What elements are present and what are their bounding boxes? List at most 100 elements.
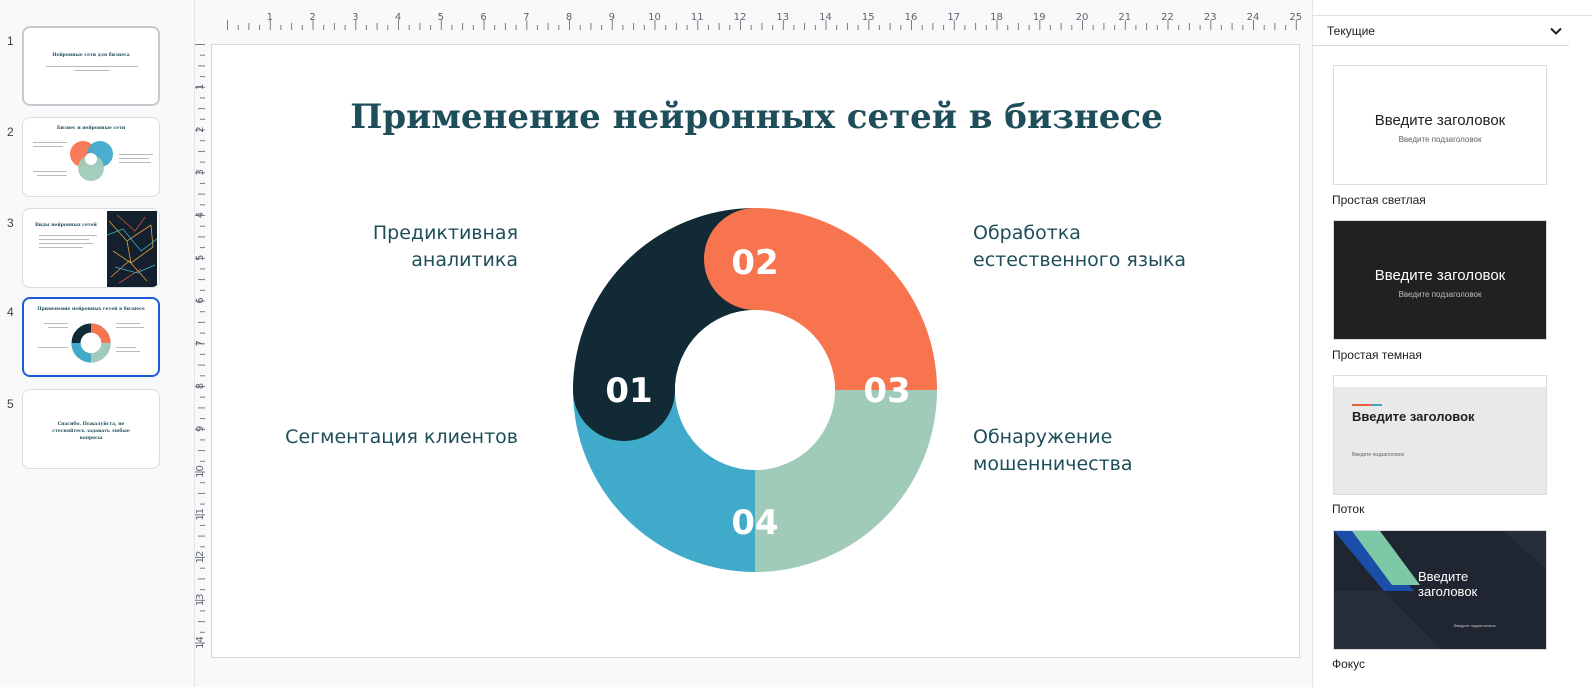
ruler-tick: [200, 118, 205, 120]
ruler-tick: [387, 25, 389, 30]
ruler-label: 15: [862, 12, 875, 23]
slide-number: 5: [7, 397, 14, 411]
slide-thumbnail-selected[interactable]: Применение нейронных сетей в бизнесе: [22, 297, 160, 377]
ruler-tick: [198, 492, 205, 494]
vertical-ruler[interactable]: 1234567891011121314: [195, 40, 211, 665]
ruler-tick: [200, 97, 205, 99]
theme-preview-subtitle: Введите подзаголовок: [1352, 452, 1404, 458]
ruler-tick: [198, 108, 205, 110]
horizontal-ruler[interactable]: 1 2 3 4 5 6 7 8 9 10 11 12 13 14 15 16 17 18 19 20 21 22 23 24 2…: [211, 10, 1313, 30]
themes-panel: Текущие Введите заголовок Введите подзаг…: [1312, 0, 1592, 687]
chevron-down-icon: [1550, 27, 1562, 35]
ruler-tick: [376, 23, 378, 30]
slide-thumbnail[interactable]: Спасибо. Пожалуйста, не стесняйтесь зада…: [22, 389, 160, 469]
ruler-label: 21: [1118, 12, 1131, 23]
segment-01-number: 01: [605, 371, 652, 411]
ruler-tick: [1263, 25, 1265, 30]
slide-number: 1: [7, 34, 14, 48]
ruler-tick: [601, 25, 603, 30]
ruler-tick: [198, 193, 205, 195]
ruler-tick: [772, 25, 774, 30]
ruler-label: 24: [1247, 12, 1260, 23]
theme-card-simple-dark[interactable]: Введите заголовок Введите подзаголовок: [1333, 220, 1547, 340]
theme-name-simple-light[interactable]: Простая светлая: [1332, 193, 1426, 207]
ruler-label: 13: [776, 12, 789, 23]
ruler-tick: [280, 25, 282, 30]
theme-card-focus[interactable]: Введите заголовок Введите подзаголовок: [1333, 530, 1547, 650]
theme-card-stream[interactable]: Введите заголовок Введите подзаголовок: [1333, 375, 1547, 495]
ruler-tick: [200, 289, 205, 291]
ruler-tick: [878, 25, 880, 30]
themes-dropdown-label: Текущие: [1327, 24, 1375, 38]
ruler-label: 3: [352, 12, 358, 23]
slide-thumbnail[interactable]: Нейронные сети для бизнеса: [22, 26, 160, 106]
slide-title[interactable]: Применение нейронных сетей в бизнесе: [212, 97, 1301, 137]
thumbnail-network-image: [107, 211, 157, 287]
ruler-tick: [200, 332, 205, 334]
ruler-label: 18: [990, 12, 1003, 23]
ruler-label: 14: [819, 12, 832, 23]
ruler-tick: [964, 25, 966, 30]
ruler-tick: [472, 25, 474, 30]
theme-name-focus[interactable]: Фокус: [1332, 657, 1365, 671]
ruler-tick: [200, 311, 205, 313]
themes-source-dropdown[interactable]: Текущие: [1313, 16, 1569, 46]
ruler-label: 20: [1076, 12, 1089, 23]
ruler-label: 19: [1033, 12, 1046, 23]
ruler-tick: [198, 450, 205, 452]
ruler-tick: [365, 25, 367, 30]
current-slide[interactable]: Применение нейронных сетей в бизнесе Пре…: [211, 44, 1300, 658]
ruler-tick: [195, 44, 205, 45]
filmstrip-slide-2[interactable]: 2 Бизнес и нейронные сети: [0, 117, 178, 201]
label-predictive-analytics[interactable]: Предиктивная аналитика: [272, 220, 518, 274]
ruler-tick: [198, 535, 205, 537]
ruler-tick: [975, 23, 977, 30]
cycle-donut-diagram[interactable]: 01 02 03 04: [572, 207, 938, 573]
theme-name-stream[interactable]: Поток: [1332, 502, 1364, 516]
ruler-label: 9: [195, 426, 206, 432]
ruler-tick: [200, 247, 205, 249]
theme-card-simple-light[interactable]: Введите заголовок Введите подзаголовок: [1333, 65, 1547, 185]
slide-thumbnail[interactable]: Бизнес и нейронные сети: [22, 117, 160, 197]
ruler-label: 7: [195, 340, 206, 346]
ruler-tick: [200, 54, 205, 56]
ruler-tick: [200, 76, 205, 78]
slides-editor: 1 Нейронные сети для бизнеса 2 Бизнес и …: [0, 0, 1592, 687]
ruler-tick: [198, 621, 205, 623]
ruler-tick: [200, 439, 205, 441]
ruler-tick: [200, 460, 205, 462]
ruler-tick: [237, 25, 239, 30]
ruler-label: 12: [195, 551, 206, 564]
ruler-label: 22: [1161, 12, 1174, 23]
ruler-tick: [198, 321, 205, 323]
label-fraud-detection[interactable]: Обнаружение мошенничества: [973, 424, 1273, 478]
ruler-tick: [227, 20, 228, 30]
ruler-label: 5: [438, 12, 444, 23]
ruler-label: 10: [195, 465, 206, 478]
label-customer-segmentation[interactable]: Сегментация клиентов: [252, 424, 518, 451]
filmstrip-slide-3[interactable]: 3 Виды нейронных сетей: [0, 208, 178, 292]
ruler-label: 1: [195, 84, 206, 90]
ruler-label: 4: [395, 12, 401, 23]
ruler-tick: [200, 610, 205, 612]
slide-thumbnail[interactable]: Виды нейронных сетей: [22, 208, 160, 288]
filmstrip-slide-5[interactable]: 5 Спасибо. Пожалуйста, не стесняйтесь за…: [0, 389, 178, 473]
ruler-tick: [643, 25, 645, 30]
label-nlp[interactable]: Обработка естественного языка: [973, 220, 1273, 274]
ruler-label: 9: [609, 12, 615, 23]
ruler-tick: [1060, 23, 1062, 30]
ruler-tick: [200, 524, 205, 526]
ruler-tick: [1092, 25, 1094, 30]
theme-name-simple-dark[interactable]: Простая темная: [1332, 348, 1422, 362]
theme-preview-subtitle: Введите подзаголовок: [1398, 290, 1482, 299]
filmstrip-slide-1[interactable]: 1 Нейронные сети для бизнеса: [0, 26, 178, 110]
ruler-tick: [451, 25, 453, 30]
ruler-tick: [889, 23, 891, 30]
ruler-tick: [408, 25, 410, 30]
donut-hole: [675, 310, 835, 470]
ruler-tick: [1156, 25, 1158, 30]
ruler-tick: [1103, 23, 1105, 30]
ruler-tick: [1231, 23, 1233, 30]
filmstrip-slide-4[interactable]: 4 Применение нейронных сетей в бизнесе: [0, 297, 178, 381]
ruler-label: 8: [195, 383, 206, 389]
